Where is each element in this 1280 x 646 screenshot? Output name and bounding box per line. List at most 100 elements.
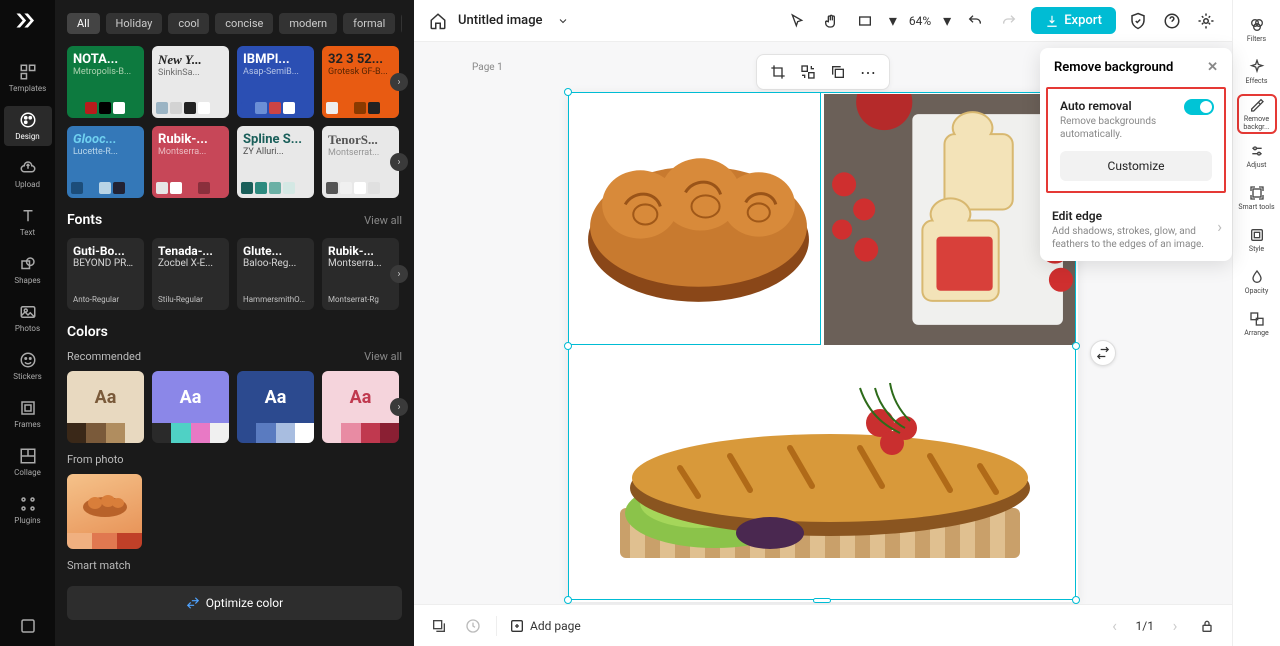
rail-opacity[interactable]: Opacity — [1237, 262, 1277, 302]
rail-remove-bg[interactable]: Remove backgr... — [1237, 94, 1277, 134]
redo-icon[interactable] — [997, 9, 1021, 33]
edit-edge-desc: Add shadows, strokes, glow, and feathers… — [1052, 225, 1220, 251]
type-preset-card[interactable]: Rubik-...Montserra... — [152, 126, 229, 198]
nav-plugins[interactable]: Plugins — [4, 490, 52, 530]
shield-icon[interactable] — [1126, 9, 1150, 33]
color-preset-card[interactable]: Aa — [322, 371, 399, 443]
chip-formal[interactable]: formal — [343, 13, 395, 34]
home-icon[interactable] — [428, 11, 448, 31]
help-icon[interactable] — [1160, 9, 1184, 33]
font-preset-card[interactable]: Guti-Bo...BEYOND PRO...Anto-Regular — [67, 238, 144, 310]
chip-cute[interactable]: cute — [401, 13, 402, 34]
fit-icon[interactable] — [853, 9, 877, 33]
nav-upload[interactable]: Upload — [4, 154, 52, 194]
image-bread-roll[interactable] — [570, 94, 821, 345]
nav-frames[interactable]: Frames — [4, 394, 52, 434]
popover-title: Remove background — [1054, 60, 1173, 75]
color-preset-card[interactable]: Aa — [67, 371, 144, 443]
fonts-view-all[interactable]: View all — [364, 214, 402, 227]
next-arrow-icon[interactable]: › — [390, 73, 408, 91]
from-photo-card[interactable] — [67, 474, 142, 549]
colors-view-all[interactable]: View all — [364, 350, 402, 363]
rail-filters[interactable]: Filters — [1237, 10, 1277, 50]
next-arrow-icon[interactable]: › — [390, 398, 408, 416]
auto-removal-toggle[interactable] — [1184, 99, 1214, 115]
zoom-dropdown-icon[interactable]: ▾ — [941, 9, 953, 33]
color-preset-card[interactable]: Aa — [152, 371, 229, 443]
image-toast-jam[interactable] — [824, 94, 1075, 345]
settings-icon[interactable] — [1194, 9, 1218, 33]
next-page-icon[interactable]: › — [1164, 615, 1186, 637]
left-nav: Templates Design Upload Text Shapes Phot… — [0, 0, 55, 646]
remove-bg-popover: Remove background ✕ Auto removal Remove … — [1040, 48, 1232, 261]
replace-icon[interactable] — [795, 59, 821, 85]
timeline-icon[interactable] — [462, 615, 484, 637]
select-tool-icon[interactable] — [785, 9, 809, 33]
prev-page-icon[interactable]: ‹ — [1104, 615, 1126, 637]
chip-all[interactable]: All — [67, 13, 100, 34]
font-preset-card[interactable]: Tenada-...Zocbel X-E...Stilu-Regular — [152, 238, 229, 310]
export-button[interactable]: Export — [1031, 7, 1116, 34]
customize-button[interactable]: Customize — [1060, 151, 1212, 181]
duplicate-icon[interactable] — [825, 59, 851, 85]
next-arrow-icon[interactable]: › — [390, 265, 408, 283]
add-page-button[interactable]: Add page — [509, 618, 581, 634]
rail-smart-tools[interactable]: Smart tools — [1237, 178, 1277, 218]
document-title[interactable]: Untitled image — [458, 13, 543, 28]
undo-icon[interactable] — [963, 9, 987, 33]
type-preset-card[interactable]: New Y...SinkinSa... — [152, 46, 229, 118]
canvas-page[interactable] — [568, 92, 1078, 602]
type-preset-card[interactable]: NOTA...Metropolis-B... — [67, 46, 144, 118]
zoom-level[interactable]: 64% — [909, 14, 931, 28]
crop-icon[interactable] — [765, 59, 791, 85]
nav-photos[interactable]: Photos — [4, 298, 52, 338]
page-indicator: 1/1 — [1136, 619, 1154, 633]
fit-dropdown-icon[interactable]: ▾ — [887, 9, 899, 33]
type-preset-card[interactable]: Glooc...Lucette-R... — [67, 126, 144, 198]
chip-concise[interactable]: concise — [215, 13, 273, 34]
app-logo[interactable] — [13, 10, 43, 40]
more-icon[interactable]: ⋯ — [855, 59, 881, 85]
fonts-heading: Fonts — [67, 212, 102, 228]
smart-match-label: Smart match — [67, 559, 402, 572]
lock-icon[interactable] — [1196, 615, 1218, 637]
type-preset-card[interactable]: 32 3 52...Grotesk GF-B... — [322, 46, 399, 118]
nav-templates[interactable]: Templates — [4, 58, 52, 98]
edit-edge-section[interactable]: Edit edge Add shadows, strokes, glow, an… — [1040, 199, 1232, 261]
auto-removal-section: Auto removal Remove backgrounds automati… — [1046, 87, 1226, 193]
hand-tool-icon[interactable] — [819, 9, 843, 33]
type-preset-row-1: NOTA...Metropolis-B...New Y...SinkinSa..… — [67, 46, 402, 118]
rail-arrange[interactable]: Arrange — [1237, 304, 1277, 344]
nav-bottom-icon[interactable] — [4, 606, 52, 646]
rail-adjust[interactable]: Adjust — [1237, 136, 1277, 176]
nav-stickers[interactable]: Stickers — [4, 346, 52, 386]
page-label: Page 1 — [472, 62, 503, 73]
nav-design[interactable]: Design — [4, 106, 52, 146]
chip-modern[interactable]: modern — [279, 13, 337, 34]
from-photo-label: From photo — [67, 453, 402, 466]
layers-icon[interactable] — [428, 615, 450, 637]
top-bar: Untitled image ▾ 64% ▾ Export — [414, 0, 1232, 42]
nav-shapes[interactable]: Shapes — [4, 250, 52, 290]
rail-effects[interactable]: Effects — [1237, 52, 1277, 92]
color-preset-card[interactable]: Aa — [237, 371, 314, 443]
type-preset-card[interactable]: TenorS...Montserrat... — [322, 126, 399, 198]
rail-style[interactable]: Style — [1237, 220, 1277, 260]
chip-cool[interactable]: cool — [168, 13, 209, 34]
font-preset-card[interactable]: Glute...Baloo-Reg...HammersmithOn... — [237, 238, 314, 310]
image-baguette[interactable] — [570, 348, 1076, 599]
type-preset-card[interactable]: Spline S...ZY Alluri... — [237, 126, 314, 198]
close-icon[interactable]: ✕ — [1207, 60, 1218, 75]
font-preset-row: Guti-Bo...BEYOND PRO...Anto-RegularTenad… — [67, 238, 402, 310]
flip-button[interactable] — [1090, 340, 1116, 366]
font-preset-card[interactable]: Rubik-...Montserra...Montserrat-Rg — [322, 238, 399, 310]
nav-collage[interactable]: Collage — [4, 442, 52, 482]
optimize-color-button[interactable]: Optimize color — [67, 586, 402, 620]
title-dropdown-icon[interactable] — [553, 11, 573, 31]
chip-holiday[interactable]: Holiday — [106, 13, 163, 34]
type-preset-card[interactable]: IBMPl...Asap-SemiB... — [237, 46, 314, 118]
colors-heading: Colors — [67, 324, 108, 340]
next-arrow-icon[interactable]: › — [390, 153, 408, 171]
chevron-right-icon: › — [1217, 217, 1222, 236]
nav-text[interactable]: Text — [4, 202, 52, 242]
